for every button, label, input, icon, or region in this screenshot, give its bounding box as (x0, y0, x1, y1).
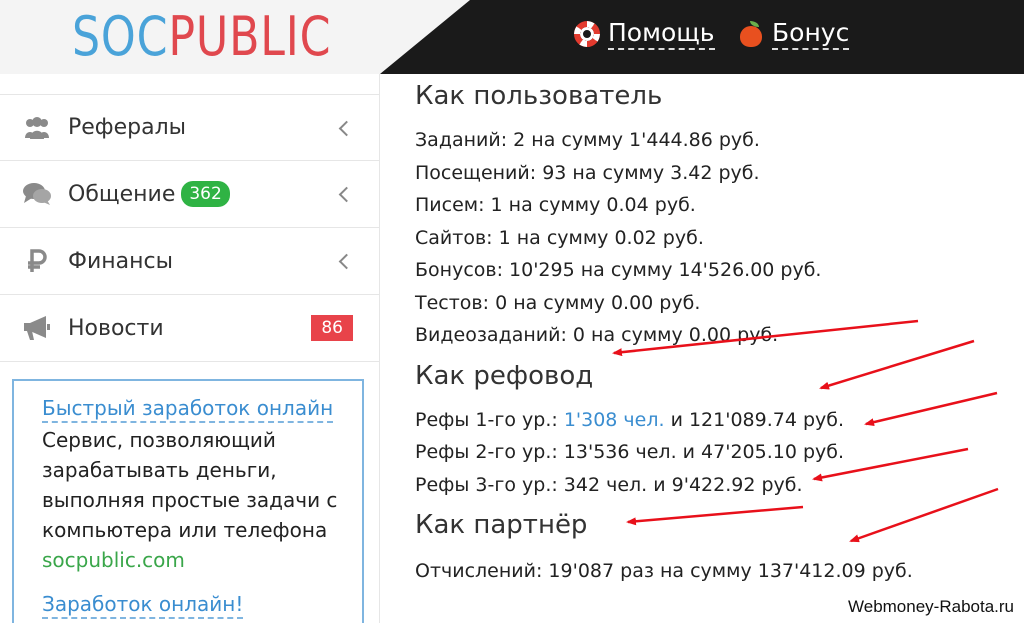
stat-line: Заданий: 2 на сумму 1'444.86 руб. (415, 129, 760, 151)
stat-line: Отчислений: 19'087 раз на сумму 137'412.… (415, 560, 913, 582)
watermark: Webmoney-Rabota.ru (848, 597, 1014, 616)
sidebar-item-finance[interactable]: Финансы (0, 228, 379, 295)
sidebar-item-news[interactable]: Новости 86 (0, 295, 379, 362)
users-icon (22, 115, 52, 141)
help-label: Помощь (608, 18, 715, 50)
news-count-badge: 86 (311, 315, 353, 341)
section-title-partner: Как партнёр (415, 510, 588, 540)
chat-icon (22, 181, 52, 207)
chevron-left-icon (337, 182, 349, 206)
stat-line: Сайтов: 1 на сумму 0.02 руб. (415, 226, 704, 249)
help-link[interactable]: Помощь (574, 18, 715, 50)
stat-line: Бонусов: 10'295 на сумму 14'526.00 руб. (415, 259, 822, 281)
ad-text: Сервис, позволяющий зарабатывать деньги,… (42, 428, 338, 542)
sidebar-item-label: Общение (68, 181, 176, 207)
header: SOCPUBLIC Помощь Бонус (0, 0, 1024, 74)
level1-referrals-link[interactable]: 1'308 чел. (564, 409, 665, 431)
section-title-user: Как пользователь (415, 81, 663, 111)
sidebar-item-referrals[interactable]: Рефералы (0, 94, 379, 161)
unread-badge: 362 (181, 181, 230, 207)
bonus-link[interactable]: Бонус (738, 18, 850, 50)
site-logo[interactable]: SOCPUBLIC (72, 6, 331, 68)
stat-line: Рефы 1-го ур.: 1'308 чел. и 121'089.74 р… (415, 408, 845, 431)
stats-panel: Как пользователь Заданий: 2 на сумму 1'4… (415, 78, 1015, 588)
sidebar-item-label: Финансы (68, 248, 173, 274)
apple-icon (738, 21, 764, 47)
ad-title-link-2[interactable]: Заработок онлайн! (42, 591, 244, 619)
referrer-stats-list: Рефы 1-го ур.: 1'308 чел. и 121'089.74 р… (415, 404, 1015, 502)
ruble-icon (22, 248, 52, 274)
stat-line: Рефы 3-го ур.: 342 чел. и 9'422.92 руб. (415, 473, 803, 496)
sidebar: Рефералы Общение 362 Финансы Новости 86 … (0, 74, 380, 623)
bonus-label: Бонус (772, 18, 850, 50)
stat-line: Видеозаданий: 0 на сумму 0.00 руб. (415, 324, 779, 346)
stat-line: Писем: 1 на сумму 0.04 руб. (415, 194, 696, 216)
ad-url[interactable]: socpublic.com (42, 545, 362, 575)
lifebuoy-icon (574, 21, 600, 47)
sidebar-item-chat[interactable]: Общение 362 (0, 161, 379, 228)
user-stats-list: Заданий: 2 на сумму 1'444.86 руб. Посеще… (415, 124, 1015, 352)
sidebar-item-label: Рефералы (68, 115, 187, 140)
stat-line: Посещений: 93 на сумму 3.42 руб. (415, 161, 760, 184)
sidebar-item-label: Новости (68, 315, 164, 341)
megaphone-icon (22, 315, 52, 341)
ad-title-link[interactable]: Быстрый заработок онлайн (42, 395, 334, 423)
ad-block: Быстрый заработок онлайн Сервис, позволя… (12, 379, 364, 623)
section-title-referrer: Как рефовод (415, 360, 594, 391)
chevron-left-icon (337, 116, 349, 140)
stat-line: Тестов: 0 на сумму 0.00 руб. (415, 291, 701, 314)
stat-line: Рефы 2-го ур.: 13'536 чел. и 47'205.10 р… (415, 441, 845, 463)
partner-stats-list: Отчислений: 19'087 раз на сумму 137'412.… (415, 555, 1015, 588)
chevron-left-icon (337, 249, 349, 273)
